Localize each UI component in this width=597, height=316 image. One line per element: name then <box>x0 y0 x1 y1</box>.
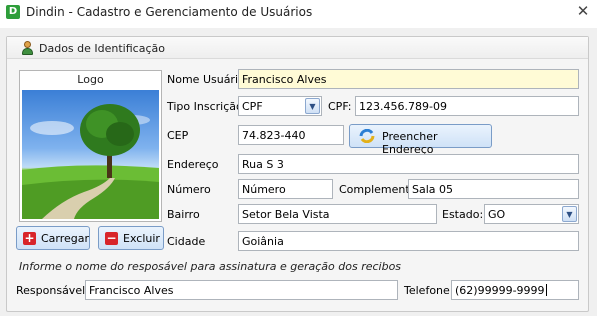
cidade-field[interactable]: Goiânia <box>238 231 579 251</box>
load-logo-label: Carregar <box>41 232 90 245</box>
complemento-field[interactable]: Sala 05 <box>408 179 579 199</box>
estado-label: Estado: <box>442 208 484 221</box>
numero-field[interactable]: Número <box>238 179 333 199</box>
user-icon <box>21 41 33 55</box>
delete-logo-button[interactable]: − Excluir <box>98 226 164 250</box>
group-title: Dados de Identificação <box>39 42 165 55</box>
app-icon: D <box>6 5 20 19</box>
endereco-field[interactable]: Rua S 3 <box>238 154 579 174</box>
logo-panel: Logo <box>19 70 162 222</box>
text-caret <box>545 284 547 296</box>
telefone-value: (62)99999-9999 <box>455 284 545 297</box>
tree-landscape-image <box>22 104 159 219</box>
cpf-label: CPF: <box>328 100 352 113</box>
bairro-label: Bairro <box>167 208 200 221</box>
responsible-instruction: Informe o nome do resposável para assina… <box>19 260 402 273</box>
group-header: Dados de Identificação <box>7 37 588 59</box>
nome-usuario-label: Nome Usuário <box>167 73 245 86</box>
logo-label: Logo <box>77 73 104 86</box>
responsavel-label: Responsável: <box>16 284 89 297</box>
chevron-down-icon[interactable]: ▼ <box>305 98 320 114</box>
tipo-inscricao-select[interactable]: CPF ▼ <box>238 96 322 116</box>
cidade-label: Cidade <box>167 235 206 248</box>
title-bar: D Dindin - Cadastro e Gerenciamento de U… <box>0 0 597 24</box>
numero-label: Número <box>167 183 211 196</box>
estado-select[interactable]: GO ▼ <box>484 204 579 224</box>
chevron-down-icon[interactable]: ▼ <box>562 206 577 222</box>
delete-logo-label: Excluir <box>123 232 160 245</box>
tipo-inscricao-value: CPF <box>242 100 263 113</box>
nome-usuario-field[interactable]: Francisco Alves <box>238 69 579 89</box>
endereco-label: Endereço <box>167 158 219 171</box>
cep-field[interactable]: 74.823-440 <box>238 125 344 145</box>
cep-label: CEP <box>167 129 189 142</box>
estado-value: GO <box>488 208 506 221</box>
refresh-icon <box>359 129 375 143</box>
window-title: Dindin - Cadastro e Gerenciamento de Usu… <box>26 5 313 19</box>
load-logo-button[interactable]: + Carregar <box>16 226 90 250</box>
remove-icon: − <box>105 231 118 245</box>
complemento-label: Complemento <box>339 183 417 196</box>
tipo-inscricao-label: Tipo Inscrição <box>167 100 243 113</box>
fill-address-button[interactable]: Preencher Endereço <box>349 124 492 156</box>
telefone-label: Telefone <box>404 284 450 297</box>
logo-image[interactable] <box>22 90 159 219</box>
close-icon[interactable]: ✕ <box>569 0 597 24</box>
add-icon: + <box>23 231 36 245</box>
bairro-field[interactable]: Setor Bela Vista <box>238 204 437 224</box>
cpf-field[interactable]: 123.456.789-09 <box>355 96 579 116</box>
responsavel-field[interactable]: Francisco Alves <box>85 280 398 300</box>
telefone-field[interactable]: (62)99999-9999 <box>451 280 579 300</box>
fill-address-label: Preencher Endereço <box>382 130 438 156</box>
